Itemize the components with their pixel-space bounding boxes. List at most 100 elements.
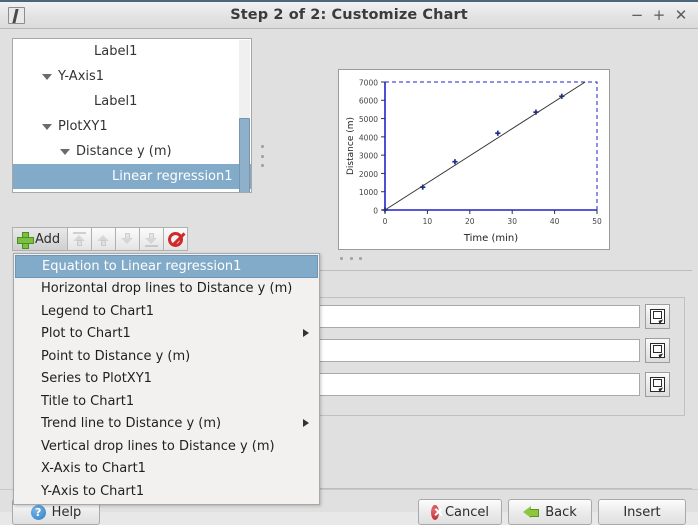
select-range-button-3[interactable] — [645, 372, 670, 397]
arrow-down-icon — [120, 232, 135, 247]
range-field-3[interactable] — [310, 373, 640, 396]
tree-item-label: Linear regression1 — [112, 169, 233, 184]
tree-item-linear-regression1[interactable]: Linear regression1 — [13, 164, 251, 189]
add-element-menu[interactable]: Equation to Linear regression1 Horizontal… — [13, 253, 320, 505]
range-field-2[interactable] — [310, 339, 640, 362]
menu-item-legend-to-chart1[interactable]: Legend to Chart1 — [15, 300, 318, 323]
cancel-button[interactable]: Cancel — [418, 499, 502, 525]
tree-vertical-scrollbar[interactable] — [239, 40, 250, 192]
tree-item-label: Y-Axis1 — [58, 69, 105, 84]
svg-text:20: 20 — [465, 217, 475, 226]
tree-item-y-axis1[interactable]: Y-Axis1 — [13, 64, 251, 89]
menu-item-label: Equation to Linear regression1 — [42, 258, 242, 274]
menu-item-label: Vertical drop lines to Distance y (m) — [41, 438, 275, 454]
move-up-button[interactable] — [91, 227, 117, 251]
plus-icon — [17, 231, 34, 249]
svg-text:10: 10 — [423, 217, 433, 226]
svg-text:40: 40 — [550, 217, 560, 226]
insert-button[interactable]: Insert — [598, 499, 686, 525]
menu-item-y-axis-to-chart1[interactable]: Y-Axis to Chart1 — [15, 480, 318, 503]
help-button-label: Help — [51, 504, 82, 520]
tree-item-distance-y-m[interactable]: Distance y (m) — [13, 139, 251, 164]
scrollbar-thumb[interactable] — [239, 118, 250, 192]
move-to-top-button[interactable] — [67, 227, 93, 251]
horizontal-splitter-handle[interactable] — [340, 257, 362, 262]
menu-item-label: Title to Chart1 — [41, 393, 135, 409]
move-to-bottom-button[interactable] — [139, 227, 165, 251]
select-range-icon — [650, 343, 665, 358]
window-titlebar: Step 2 of 2: Customize Chart − + ✕ — [0, 0, 698, 29]
delete-button[interactable] — [163, 227, 189, 251]
select-range-button-1[interactable] — [645, 304, 670, 329]
close-button[interactable]: ✕ — [670, 5, 692, 27]
tree-item-label1[interactable]: Label1 — [13, 39, 251, 64]
tree-item-label: PlotXY1 — [58, 119, 108, 134]
select-range-icon — [650, 377, 665, 392]
chevron-down-icon[interactable] — [41, 70, 54, 83]
svg-text:4000: 4000 — [359, 133, 378, 142]
minimize-button[interactable]: − — [626, 5, 648, 27]
move-down-button[interactable] — [115, 227, 141, 251]
app-icon — [8, 6, 25, 24]
add-button[interactable]: Add — [12, 227, 69, 251]
window-title: Step 2 of 2: Customize Chart — [230, 7, 468, 23]
arrow-up-icon — [96, 232, 111, 247]
maximize-button[interactable]: + — [648, 5, 670, 27]
range-field-1[interactable] — [310, 305, 640, 328]
submenu-arrow-icon — [303, 329, 309, 338]
vertical-splitter-handle[interactable] — [258, 145, 266, 167]
range-field-row-3 — [310, 372, 676, 397]
menu-item-x-axis-to-chart1[interactable]: X-Axis to Chart1 — [15, 458, 318, 481]
menu-item-label: Plot to Chart1 — [41, 326, 131, 342]
menu-item-trend-line-to-distance-y-m[interactable]: Trend line to Distance y (m) — [15, 413, 318, 436]
prohibition-icon — [168, 231, 184, 247]
tree-item-plotxy1[interactable]: PlotXY1 — [13, 114, 251, 139]
svg-text:3000: 3000 — [359, 152, 378, 161]
arrow-to-top-icon — [72, 231, 87, 247]
back-button[interactable]: Back — [508, 499, 592, 525]
add-button-label: Add — [35, 231, 61, 247]
menu-item-title-to-chart1[interactable]: Title to Chart1 — [15, 390, 318, 413]
cancel-button-label: Cancel — [444, 504, 489, 520]
submenu-arrow-icon — [303, 419, 309, 428]
tree-toolbar: Add — [12, 227, 189, 251]
menu-item-plot-to-chart1[interactable]: Plot to Chart1 — [15, 323, 318, 346]
data-range-group — [310, 297, 685, 416]
tree-rows: Label1 Y-Axis1 Label1 PlotXY1 Distance y (m)… — [13, 39, 251, 189]
svg-text:1000: 1000 — [359, 188, 378, 197]
menu-item-series-to-plotxy1[interactable]: Series to PlotXY1 — [15, 368, 318, 391]
arrow-left-icon — [523, 505, 540, 519]
svg-text:7000: 7000 — [359, 78, 378, 87]
menu-item-vertical-drop-lines-to-distance-y-m[interactable]: Vertical drop lines to Distance y (m) — [15, 435, 318, 458]
menu-item-label: Y-Axis to Chart1 — [41, 483, 145, 499]
svg-text:5000: 5000 — [359, 115, 378, 124]
tree-item-label: Distance y (m) — [76, 144, 172, 159]
chevron-down-icon[interactable] — [41, 120, 54, 133]
menu-item-horizontal-drop-lines-to-distance-y-m[interactable]: Horizontal drop lines to Distance y (m) — [15, 278, 318, 301]
dialog-content: Label1 Y-Axis1 Label1 PlotXY1 Distance y (m)… — [0, 29, 698, 525]
window-controls: − + ✕ — [626, 5, 692, 27]
tree-item-label: Label1 — [94, 94, 138, 109]
menu-item-point-to-distance-y-m[interactable]: Point to Distance y (m) — [15, 345, 318, 368]
insert-button-label: Insert — [623, 504, 661, 520]
tree-item-label: Label1 — [94, 44, 138, 59]
svg-text:0: 0 — [383, 217, 388, 226]
chevron-down-icon[interactable] — [59, 145, 72, 158]
chart-elements-tree[interactable]: Label1 Y-Axis1 Label1 PlotXY1 Distance y (m)… — [12, 38, 252, 193]
chart-preview[interactable]: 0 1000 2000 3000 4000 5000 6000 7000 0 10 20 30 40 50… — [338, 69, 610, 250]
help-icon: ? — [30, 504, 46, 520]
select-range-button-2[interactable] — [645, 338, 670, 363]
svg-text:50: 50 — [592, 217, 602, 226]
element-properties-panel — [310, 270, 692, 489]
arrow-to-bottom-icon — [144, 232, 159, 247]
svg-text:30: 30 — [507, 217, 517, 226]
range-field-row-2 — [310, 338, 676, 363]
range-field-row-1 — [310, 304, 676, 329]
menu-item-label: Series to PlotXY1 — [41, 371, 152, 387]
menu-item-label: Legend to Chart1 — [41, 303, 155, 319]
tree-item-label1[interactable]: Label1 — [13, 89, 251, 114]
menu-item-equation-to-linear-regression1[interactable]: Equation to Linear regression1 — [15, 255, 318, 278]
